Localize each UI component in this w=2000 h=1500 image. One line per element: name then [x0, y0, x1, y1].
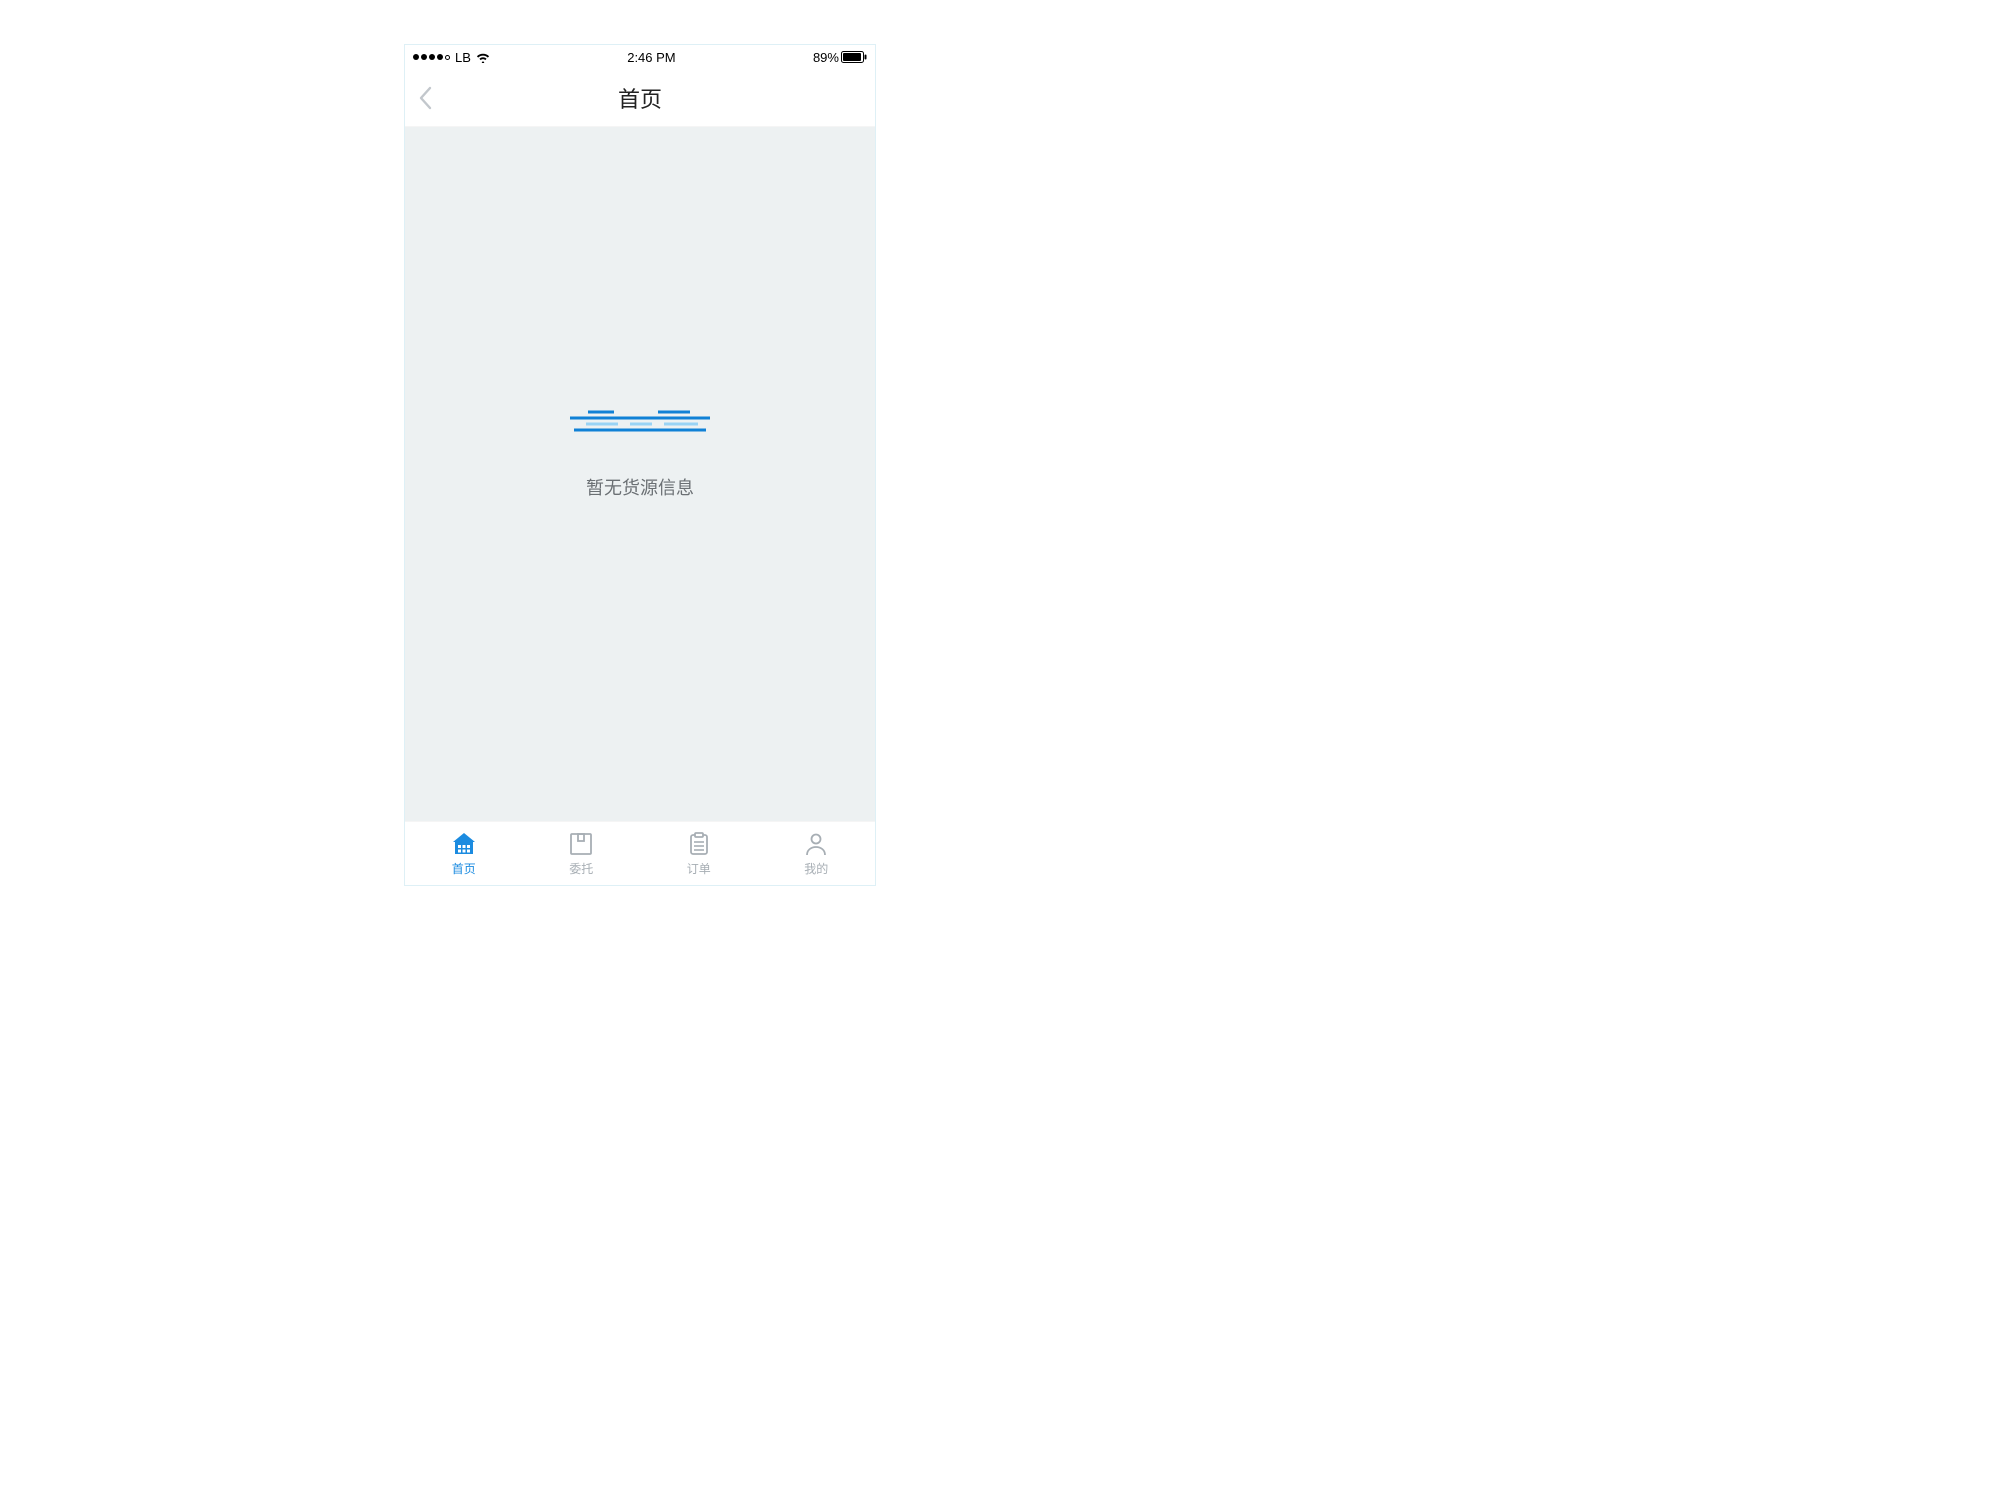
- empty-road-icon: [570, 408, 710, 436]
- tab-label: 委托: [569, 860, 593, 877]
- tab-orders[interactable]: 订单: [640, 822, 758, 885]
- status-bar: LB 2:46 PM 89%: [405, 45, 875, 69]
- tab-entrust[interactable]: 委托: [523, 822, 641, 885]
- carrier-label: LB: [455, 50, 471, 65]
- clipboard-icon: [686, 831, 712, 857]
- box-icon: [568, 831, 594, 857]
- signal-dots-icon: [413, 54, 450, 60]
- page-title: 首页: [405, 82, 875, 114]
- tab-label: 首页: [452, 860, 476, 877]
- nav-header: 首页: [405, 69, 875, 127]
- wifi-icon: [476, 52, 490, 63]
- status-time: 2:46 PM: [627, 50, 675, 65]
- empty-state-text: 暂无货源信息: [586, 474, 694, 500]
- status-left: LB: [413, 50, 490, 65]
- home-icon: [451, 831, 477, 857]
- chevron-left-icon: [418, 86, 432, 110]
- back-button[interactable]: [415, 83, 435, 113]
- tab-bar: 首页 委托 订单 我的: [405, 821, 875, 885]
- battery-icon: [841, 51, 867, 63]
- tab-mine[interactable]: 我的: [758, 822, 876, 885]
- tab-label: 我的: [804, 860, 828, 877]
- status-right: 89%: [813, 50, 867, 65]
- user-icon: [803, 831, 829, 857]
- tab-home[interactable]: 首页: [405, 822, 523, 885]
- content-area: 暂无货源信息: [405, 127, 875, 821]
- phone-frame: LB 2:46 PM 89% 首页: [405, 45, 875, 885]
- battery-percent-label: 89%: [813, 50, 839, 65]
- tab-label: 订单: [687, 860, 711, 877]
